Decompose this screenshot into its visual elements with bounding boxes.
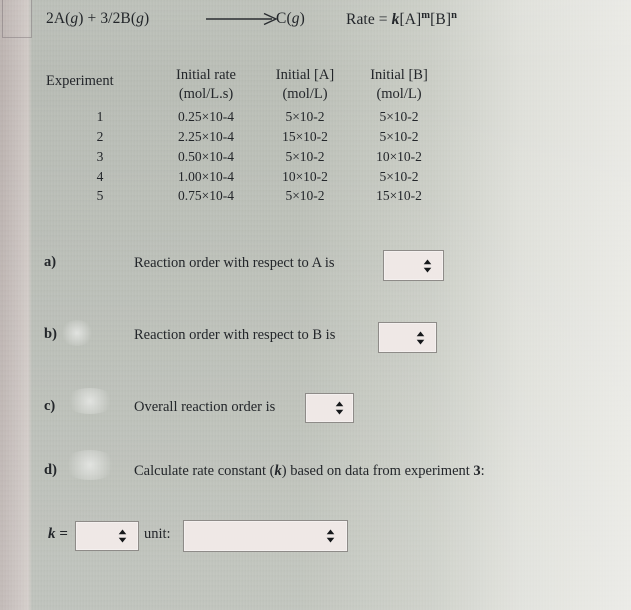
question-b-row: b) Reaction order with respect to B is — [0, 320, 631, 354]
cell-a: 5×10-2 — [285, 148, 325, 164]
k-equals-label: k = — [48, 526, 68, 542]
cell-rate: 2.25×10-4 — [178, 128, 234, 144]
worksheet-content: 2A(g) + 3/2B(g) C(g) Rate = k[A]m[B]n Ex… — [0, 0, 631, 610]
cell-experiment: 3 — [96, 148, 104, 164]
question-a-label: a) — [44, 254, 57, 270]
column-header-text: Experiment — [46, 73, 114, 90]
worksheet-page: 2A(g) + 3/2B(g) C(g) Rate = k[A]m[B]n Ex… — [0, 0, 631, 610]
cell-b: 5×10-2 — [379, 109, 419, 125]
question-c-row: c) Overall reaction order is — [0, 392, 631, 426]
column-header-units: (mol/L) — [282, 85, 328, 102]
cell-experiment: 1 — [96, 109, 104, 125]
column-header-text: Initial rate — [176, 67, 236, 83]
column-header-b: Initial [B] (mol/L) — [352, 66, 446, 107]
cell-experiment: 5 — [96, 188, 104, 204]
question-d-experiment-number: 3 — [473, 463, 481, 479]
rate-constant-value-select[interactable] — [75, 521, 139, 551]
question-a-row: a) Reaction order with respect to A is — [0, 248, 631, 282]
cell-b: 5×10-2 — [379, 128, 419, 144]
updown-arrows-icon — [335, 401, 344, 415]
cell-a: 5×10-2 — [285, 109, 325, 125]
rate-constant-unit-select[interactable] — [183, 520, 348, 552]
question-a-text: Reaction order with respect to A is — [134, 255, 335, 271]
cell-b: 5×10-2 — [379, 168, 419, 184]
question-d-k-symbol: k — [274, 463, 282, 479]
question-d-text-before: Calculate rate constant ( — [134, 463, 275, 479]
question-c-text: Overall reaction order is — [134, 399, 276, 415]
cell-a: 15×10-2 — [282, 128, 328, 144]
table-header-row: Experiment Initial rate (mol/L.s) Initia… — [46, 66, 446, 107]
updown-arrows-icon — [326, 529, 335, 543]
cell-experiment: 4 — [96, 168, 104, 184]
column-header-units: (mol/L) — [376, 85, 422, 102]
question-d-row: d) Calculate rate constant (k) based on … — [0, 456, 631, 490]
table-row: 4 1.00×10-4 10×10-2 5×10-2 — [46, 167, 446, 187]
unit-label: unit: — [144, 526, 171, 542]
column-header-experiment: Experiment — [46, 66, 154, 107]
right-arrow-icon — [206, 12, 282, 26]
question-b-text: Reaction order with respect to B is — [134, 327, 336, 343]
equation-reactants: 2A(g) + 3/2B(g) — [46, 10, 150, 27]
column-header-units: (mol/L.s) — [178, 85, 234, 102]
cell-b: 15×10-2 — [376, 188, 422, 204]
cell-rate: 0.25×10-4 — [178, 109, 234, 125]
cell-b: 10×10-2 — [376, 148, 422, 164]
reaction-order-a-select[interactable] — [383, 250, 444, 281]
question-d-text-after: : — [480, 463, 485, 479]
experiment-data-table: Experiment Initial rate (mol/L.s) Initia… — [46, 66, 446, 206]
column-header-text: Initial [B] — [370, 67, 428, 83]
reaction-order-b-select[interactable] — [378, 322, 437, 353]
cell-rate: 1.00×10-4 — [178, 168, 234, 184]
cell-a: 5×10-2 — [285, 188, 325, 204]
question-b-label: b) — [44, 326, 57, 342]
rate-law: Rate = k[A]m[B]n — [346, 10, 458, 29]
reaction-equation: 2A(g) + 3/2B(g) C(g) Rate = k[A]m[B]n — [46, 10, 606, 34]
table-row: 5 0.75×10-4 5×10-2 15×10-2 — [46, 186, 446, 206]
question-c-label: c) — [44, 398, 56, 414]
question-d-label: d) — [44, 462, 57, 478]
column-header-a: Initial [A] (mol/L) — [258, 66, 352, 107]
updown-arrows-icon — [118, 529, 127, 543]
rate-constant-row: k = unit: — [0, 514, 631, 556]
cell-experiment: 2 — [96, 128, 104, 144]
table-row: 1 0.25×10-4 5×10-2 5×10-2 — [46, 107, 446, 127]
question-d-text: Calculate rate constant (k) based on dat… — [134, 463, 485, 480]
column-header-text: Initial [A] — [275, 67, 335, 83]
equation-product: C(g) — [276, 10, 305, 27]
cell-rate: 0.50×10-4 — [178, 148, 234, 164]
updown-arrows-icon — [416, 331, 425, 345]
column-header-rate: Initial rate (mol/L.s) — [154, 66, 258, 107]
cell-rate: 0.75×10-4 — [178, 188, 234, 204]
table-row: 3 0.50×10-4 5×10-2 10×10-2 — [46, 147, 446, 167]
overall-order-select[interactable] — [305, 393, 354, 423]
question-d-text-middle: ) based on data from experiment — [281, 463, 474, 479]
cell-a: 10×10-2 — [282, 168, 328, 184]
updown-arrows-icon — [423, 259, 432, 273]
table-row: 2 2.25×10-4 15×10-2 5×10-2 — [46, 127, 446, 147]
